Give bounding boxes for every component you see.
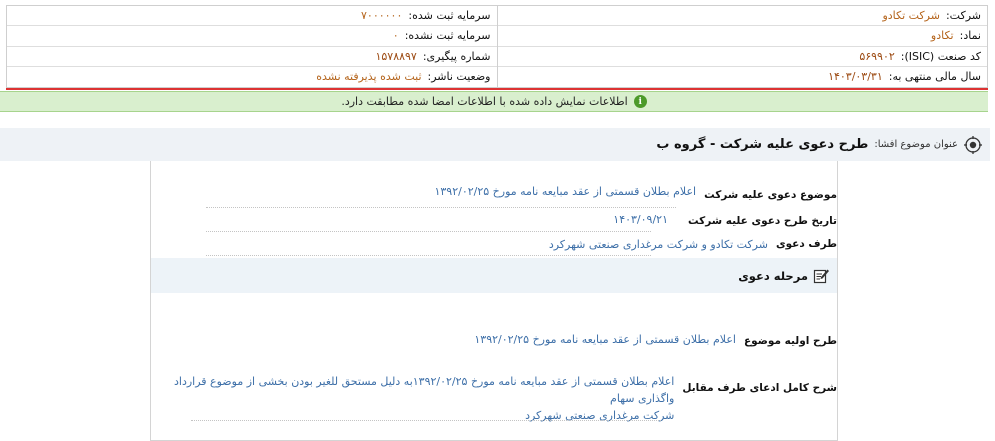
registered-capital-label: سرمایه ثبت شده: [408, 9, 491, 23]
isic-row: کد صنعت (ISIC): ۵۶۹۹۰۲ [497, 47, 987, 67]
info-icon: i [633, 95, 647, 108]
divider [206, 255, 651, 256]
claim-party-value: شرکت تکادو و شرکت مرغداری صنعتی شهرکرد [548, 238, 768, 251]
disclosure-subject-bar: عنوان موضوع افشا: طرح دعوی علیه شرکت - گ… [0, 128, 990, 161]
claim-subject-value: اعلام بطلان قسمتی از عقد مبایعه نامه مور… [434, 185, 697, 198]
full-claim-value: اعلام بطلان قسمتی از عقد مبایعه نامه مور… [151, 373, 674, 424]
registered-capital-row: سرمایه ثبت شده: ۷۰۰۰۰۰۰ [7, 6, 497, 27]
divider [206, 231, 651, 232]
full-claim-line: شرکت مرغداری صنعتی شهرکرد [525, 409, 675, 422]
symbol-label: نماد: [959, 29, 981, 43]
initial-subject-label: طرح اولیه موضوع [743, 335, 837, 347]
symbol-value: تکادو [930, 29, 954, 43]
claim-subject-row: موضوع دعوی علیه شرکت اعلام بطلان قسمتی ا… [434, 185, 837, 201]
claim-stage-title: مرحله دعوی [738, 268, 808, 283]
edit-note-icon [813, 269, 829, 283]
full-claim-line: اعلام بطلان قسمتی از عقد مبایعه نامه مور… [174, 375, 675, 405]
subject-label: عنوان موضوع افشا: [874, 139, 958, 150]
publisher-status-label: وضعیت ناشر: [427, 70, 491, 84]
publisher-status-row: وضعیت ناشر: ثبت شده پذیرفته نشده [7, 67, 497, 87]
full-claim-label: شرح کامل ادعای طرف مقابل [682, 382, 837, 394]
tracking-number-row: شماره پیگیری: ۱۵۷۸۸۹۷ [7, 47, 497, 67]
claim-subject-label: موضوع دعوی علیه شرکت [704, 189, 837, 201]
target-icon [964, 135, 982, 154]
isic-value: ۵۶۹۹۰۲ [859, 49, 895, 63]
company-info-left-column: سرمایه ثبت شده: ۷۰۰۰۰۰۰ سرمایه ثبت نشده:… [7, 6, 497, 87]
full-claim-row: شرح کامل ادعای طرف مقابل اعلام بطلان قسم… [151, 375, 837, 424]
initial-subject-value: اعلام بطلان قسمتی از عقد مبایعه نامه مور… [474, 333, 736, 346]
divider [206, 207, 676, 208]
company-info-right-column: شرکت: شرکت تکادو نماد: تکادو کد صنعت (IS… [496, 6, 988, 87]
header-divider [6, 88, 988, 90]
publisher-status-value: ثبت شده پذیرفته نشده [316, 70, 422, 84]
registered-capital-value: ۷۰۰۰۰۰۰ [361, 9, 403, 23]
claim-party-label: طرف دعوی [775, 238, 837, 250]
unregistered-capital-row: سرمایه ثبت نشده: ۰ [7, 26, 497, 47]
unregistered-capital-label: سرمایه ثبت نشده: [404, 29, 491, 43]
fiscal-year-label: سال مالی منتهی به: [888, 70, 981, 84]
claim-stage-header: مرحله دعوی [151, 258, 837, 293]
claim-date-label: تاریخ طرح دعوی علیه شرکت [687, 215, 837, 227]
claim-date-row: تاریخ طرح دعوی علیه شرکت ۱۴۰۳/۰۹/۲۱ [613, 213, 837, 227]
symbol-row: نماد: تکادو [497, 26, 987, 47]
signature-match-notice: i اطلاعات نمایش داده شده با اطلاعات امضا… [0, 91, 988, 112]
claim-details-panel: موضوع دعوی علیه شرکت اعلام بطلان قسمتی ا… [150, 161, 838, 441]
fiscal-year-value: ۱۴۰۳/۰۳/۳۱ [828, 70, 883, 84]
tracking-number-label: شماره پیگیری: [422, 49, 491, 63]
unregistered-capital-value: ۰ [392, 29, 399, 43]
fiscal-year-row: سال مالی منتهی به: ۱۴۰۳/۰۳/۳۱ [498, 67, 988, 87]
subject-title: طرح دعوی علیه شرکت - گروه ب [656, 137, 869, 152]
company-label: شرکت: [945, 9, 981, 23]
tracking-number-value: ۱۵۷۸۸۹۷ [375, 49, 417, 63]
claim-date-value: ۱۴۰۳/۰۹/۲۱ [613, 213, 668, 226]
notice-text: اطلاعات نمایش داده شده با اطلاعات امضا ش… [341, 95, 628, 108]
company-value: شرکت تکادو [882, 9, 940, 23]
claim-party-row: طرف دعوی شرکت تکادو و شرکت مرغداری صنعتی… [549, 238, 837, 251]
company-row: شرکت: شرکت تکادو [497, 6, 987, 27]
isic-label: کد صنعت (ISIC): [900, 49, 981, 63]
company-info-table: شرکت: شرکت تکادو نماد: تکادو کد صنعت (IS… [6, 5, 988, 88]
initial-subject-row: طرح اولیه موضوع اعلام بطلان قسمتی از عقد… [474, 333, 837, 347]
divider [191, 420, 661, 421]
